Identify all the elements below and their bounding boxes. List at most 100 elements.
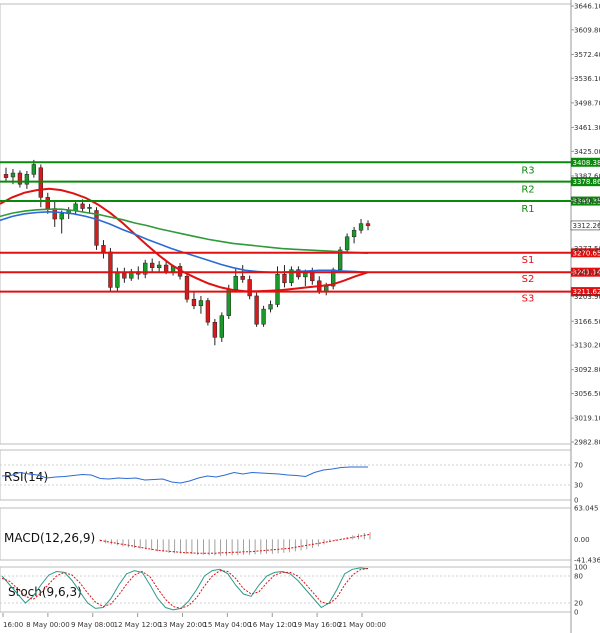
- candle: [205, 297, 211, 326]
- candle: [261, 305, 266, 327]
- candle-body: [184, 275, 190, 300]
- candle: [254, 292, 259, 327]
- candle-body: [101, 245, 106, 253]
- candle: [337, 246, 343, 273]
- candle-body: [52, 208, 57, 220]
- candle: [101, 240, 106, 259]
- candle: [282, 265, 287, 288]
- price-tick-label: 2982.80: [574, 439, 600, 447]
- price-tick-label: 3536.10: [574, 75, 600, 83]
- panel-frame: [0, 566, 572, 613]
- level-name: R3: [521, 165, 534, 176]
- rsi-panel: RSI(14) 70 30 0: [0, 462, 583, 505]
- macd-tick-label: 63.045: [574, 505, 599, 513]
- time-tick-label: 8 May 00:00: [26, 621, 70, 629]
- candle-body: [163, 264, 169, 272]
- price-tick-label: 3056.50: [574, 390, 600, 398]
- level-name: R1: [521, 204, 534, 215]
- price-tick-label: 3387.60: [574, 172, 600, 180]
- time-tick-label: 9 May 08:00: [71, 621, 115, 629]
- candle-body: [310, 272, 315, 282]
- price-tick-label: 3572.40: [574, 51, 600, 59]
- price-tick-label: 3166.50: [574, 318, 600, 326]
- trading-chart: R33408.38R23378.86R13349.35S13270.65S232…: [0, 0, 600, 633]
- candle-body: [150, 262, 155, 268]
- candle-body: [94, 210, 99, 246]
- candle: [156, 261, 162, 273]
- candle: [45, 192, 50, 214]
- candle-body: [344, 236, 350, 251]
- rsi-line: [1, 466, 368, 484]
- time-axis: 16:00 8 May 00:00 9 May 08:00 12 May 12:001…: [2, 613, 386, 629]
- candle-body: [45, 197, 50, 209]
- stoch-tick-label: 0: [574, 609, 578, 617]
- candle: [143, 259, 148, 279]
- candle-body: [73, 203, 78, 211]
- macd-tick-label: 0.00: [574, 536, 590, 544]
- candle: [108, 247, 113, 292]
- candle-body: [108, 251, 113, 288]
- level-s3: S33211.62: [0, 287, 600, 305]
- price-tick-label: 3277.50: [574, 245, 600, 253]
- price-tick-label: 3019.10: [574, 415, 600, 423]
- price-tick-label: 3646.10: [574, 3, 600, 11]
- candle-body: [191, 298, 197, 307]
- time-tick-label: 19 May 16:00: [293, 621, 341, 629]
- candle-body: [268, 304, 273, 310]
- price-tick-label: 3350.25: [574, 197, 600, 205]
- macd-label: MACD(12,26,9): [4, 531, 95, 545]
- rsi-tick-label: 30: [574, 482, 583, 490]
- candle-body: [205, 300, 211, 323]
- candle-body: [59, 213, 64, 220]
- level-s1: S13270.65: [0, 248, 600, 266]
- candle-body: [303, 272, 308, 278]
- candle-body: [240, 275, 245, 280]
- candle: [212, 318, 218, 346]
- candle: [247, 275, 252, 300]
- stoch-tick-label: 80: [574, 573, 583, 581]
- stoch-tick-label: 100: [574, 564, 587, 572]
- price-tick-label: 3498.70: [574, 99, 600, 107]
- candle-body: [115, 272, 120, 288]
- level-name: S1: [522, 255, 535, 266]
- time-tick-label: 21 May 00:00: [338, 621, 386, 629]
- level-name: R2: [521, 185, 534, 196]
- time-tick-label: 16:00: [3, 621, 23, 629]
- candle-body: [254, 295, 259, 325]
- candle: [52, 200, 57, 227]
- macd-panel: MACD(12,26,9) 63.0450.00-41.436: [4, 505, 600, 565]
- candle: [73, 200, 78, 216]
- candle-body: [358, 223, 364, 231]
- time-tick-label: 13 May 20:00: [158, 621, 206, 629]
- price-tick-label: 3092.80: [574, 366, 600, 374]
- candle: [184, 272, 190, 303]
- time-tick-label: 15 May 04:00: [203, 621, 251, 629]
- candle-body: [10, 172, 16, 178]
- candle-body: [247, 279, 252, 297]
- candle: [240, 265, 245, 283]
- candle-body: [24, 174, 30, 185]
- candle-body: [80, 203, 85, 209]
- price-tick-label: 3425.00: [574, 148, 600, 156]
- stoch-panel: Stoch(9,6,3) 10080 200: [0, 564, 587, 617]
- price-axis: 3646.10 3609.80 3572.40 3536.10 3498.70 3461.…: [570, 3, 600, 447]
- level-r3: R3 3408.38: [0, 157, 600, 176]
- candle-body: [87, 206, 92, 209]
- candle-body: [261, 308, 266, 325]
- stoch-label: Stoch(9,6,3): [8, 585, 82, 599]
- rsi-tick-label: 70: [574, 462, 583, 470]
- candle-body: [122, 272, 127, 279]
- current-price-label: 3312.26: [573, 222, 600, 230]
- candle: [191, 291, 197, 310]
- price-tick-label: 3241.14: [574, 269, 600, 277]
- candle: [289, 266, 294, 287]
- candle: [59, 210, 64, 234]
- candle: [150, 258, 155, 273]
- candle-body: [3, 174, 9, 178]
- time-tick-label: 16 May 12:00: [248, 621, 296, 629]
- level-name: S2: [522, 274, 535, 285]
- candle-body: [212, 321, 218, 338]
- rsi-label: RSI(14): [4, 470, 48, 484]
- candle: [122, 267, 127, 283]
- panel-frame: [0, 3, 572, 445]
